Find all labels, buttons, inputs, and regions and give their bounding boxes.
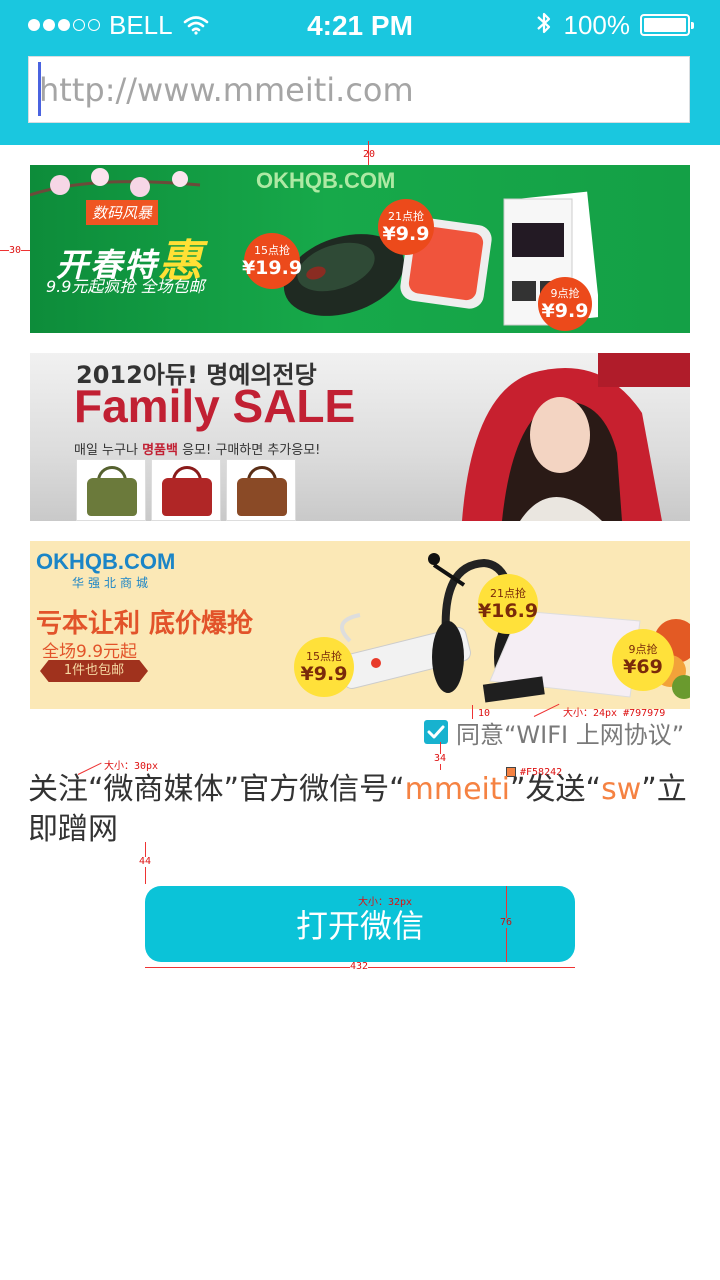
price-badge: 15点抢 ¥9.9 (294, 637, 354, 697)
price-badge: 21点抢 ¥16.9 (478, 574, 538, 634)
price-badge: 21点抢 ¥9.9 (378, 199, 434, 255)
price-badge: 15点抢 ¥19.9 (242, 233, 302, 289)
banner-subtitle: 全场9.9元起 (42, 642, 138, 662)
bag-thumbnail (151, 459, 221, 521)
bag-thumbnail (76, 459, 146, 521)
agreement-checkbox[interactable] (424, 720, 448, 744)
banner-tag: 1件也包邮 (40, 660, 148, 682)
keyword-highlight: sw (601, 772, 642, 807)
bluetooth-icon (536, 10, 552, 41)
banner-headline: Family SALE (74, 380, 356, 432)
banner-logo: OKHQB.COM (256, 168, 396, 193)
annotation-button-height: 76 (500, 917, 513, 928)
banner-logo-sub: 华强北商城 (72, 576, 153, 590)
promo-banner-digital[interactable]: OKHQB.COM 数码风暴 开春特惠 9.9元起疯抢 全场包邮 15点抢 ¥19… (30, 165, 690, 333)
annotation-font-button: 大小：32px (358, 897, 413, 908)
annotation-gap-text: 34 (434, 753, 447, 764)
app-header: BELL 4:21 PM 100% (0, 0, 720, 145)
account-highlight: mmeiti (404, 772, 510, 807)
annotation-button-width: 432 (350, 961, 369, 972)
promo-banner-clearance[interactable]: OKHQB.COM 华强北商城 亏本让利 底价爆抢 全场9.9元起 1件也包邮 … (30, 541, 690, 709)
bag-thumbnail (226, 459, 296, 521)
price-badge: 9点抢 ¥69 (612, 629, 674, 691)
annotation-gap-button: 44 (139, 856, 152, 867)
banner-subtitle: 매일 누구나 명품백 응모! 구매하면 추가응모! (74, 443, 321, 458)
agreement-label[interactable]: 同意“WIFI 上网协议” (456, 715, 684, 750)
status-bar: BELL 4:21 PM 100% (0, 0, 720, 50)
model-photo-icon (462, 353, 690, 521)
banner-subtitle: 9.9元起疯抢 全场包邮 (46, 277, 205, 296)
battery-percent: 100% (563, 9, 631, 40)
status-right: 100% (536, 9, 694, 41)
annotation-gap-top: 20 (363, 149, 376, 160)
battery-icon (640, 14, 694, 36)
url-input[interactable] (39, 57, 679, 122)
banner-logo: OKHQB.COM (36, 549, 176, 574)
agreement-row[interactable]: 同意“WIFI 上网协议” (424, 719, 684, 749)
banner-tag: 数码风暴 (86, 200, 159, 225)
annotation-side-margin: 30 (9, 245, 22, 256)
checkmark-icon (427, 725, 445, 739)
banner-headline: 亏本让利 底价爆抢 (36, 609, 254, 639)
url-bar[interactable] (28, 56, 690, 123)
promo-banner-family-sale[interactable]: 2012아듀! 명예의전당 Family SALE 매일 누구나 명품백 응모!… (30, 353, 690, 521)
instruction-text: 关注“微商媒体”官方微信号“mmeiti”发送“sw”立即蹭网 (28, 772, 687, 847)
price-badge: 9点抢 ¥9.9 (538, 277, 592, 331)
